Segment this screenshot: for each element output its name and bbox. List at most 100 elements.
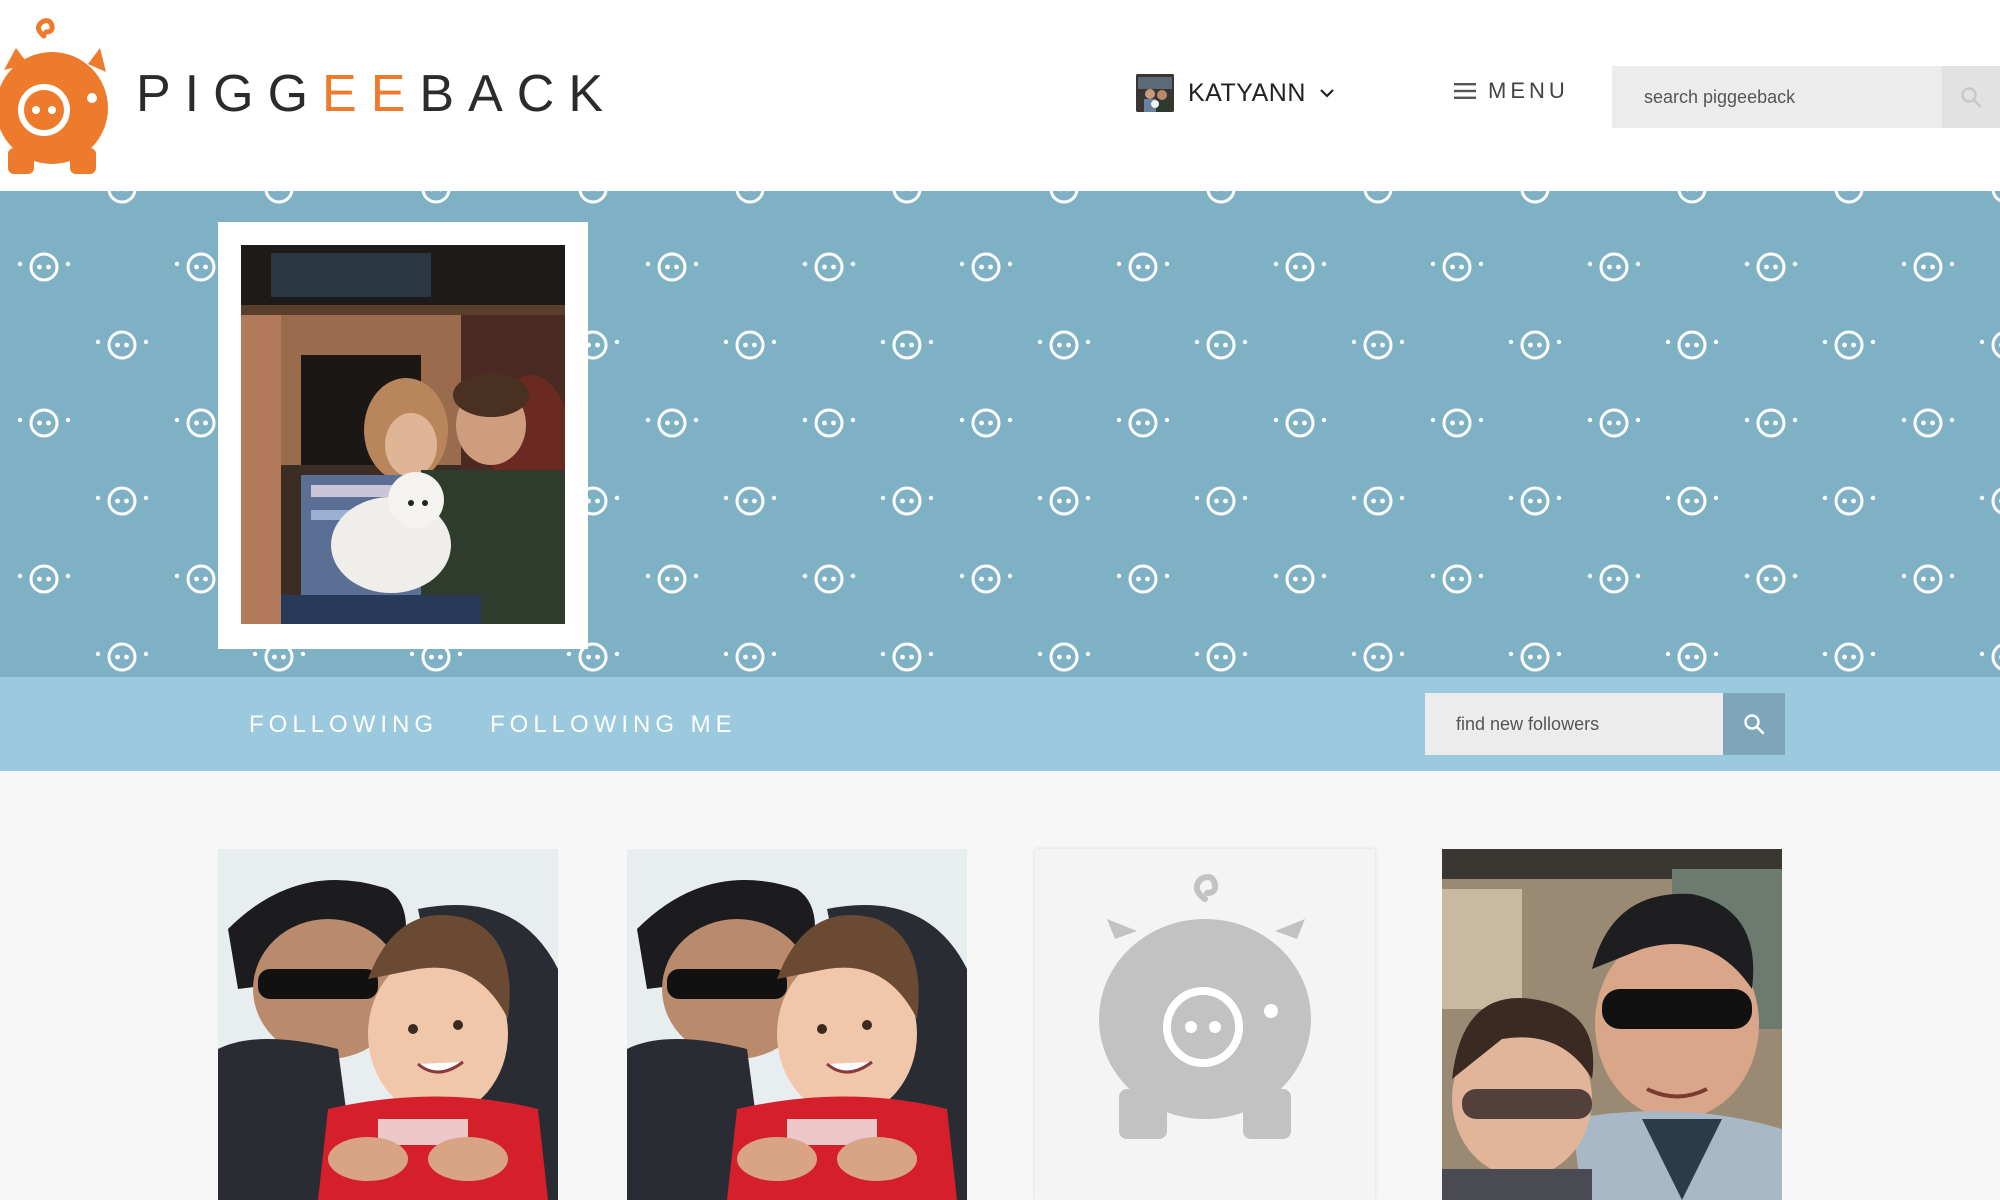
pig-face-icon — [1978, 642, 2000, 672]
pig-face-icon — [722, 486, 778, 516]
menu-button[interactable]: MENU — [1454, 78, 1569, 104]
pig-face-icon — [1743, 408, 1799, 438]
pig-face-icon — [1272, 408, 1328, 438]
pig-face-icon — [1036, 486, 1092, 516]
pig-face-icon — [565, 191, 621, 204]
pig-face-icon — [1900, 564, 1956, 594]
pig-face-icon — [1664, 191, 1720, 204]
find-followers-search — [1425, 693, 1785, 755]
profile-photo[interactable] — [241, 245, 565, 624]
pig-face-icon — [1900, 252, 1956, 282]
tab-following[interactable]: FOLLOWING — [249, 711, 438, 739]
pig-face-icon — [1664, 330, 1720, 360]
pig-face-icon — [1978, 486, 2000, 516]
pig-face-icon — [1350, 191, 1406, 204]
follower-card[interactable] — [218, 849, 558, 1200]
pig-face-icon — [1193, 191, 1249, 204]
pig-face-icon — [1036, 642, 1092, 672]
pig-face-icon — [722, 330, 778, 360]
pig-face-icon — [1036, 330, 1092, 360]
hamburger-icon — [1454, 83, 1476, 99]
pig-face-icon — [644, 408, 700, 438]
pig-face-icon — [801, 252, 857, 282]
pig-face-icon — [1193, 486, 1249, 516]
pig-face-icon — [1429, 564, 1485, 594]
follower-card[interactable] — [1442, 849, 1782, 1200]
pig-face-icon — [1664, 642, 1720, 672]
pig-face-icon — [1507, 486, 1563, 516]
pig-face-icon — [1978, 191, 2000, 204]
pig-face-icon — [94, 191, 150, 204]
user-avatar — [1136, 74, 1174, 112]
logo-text-part3: BACK — [419, 65, 618, 123]
pig-face-icon — [1507, 330, 1563, 360]
pig-face-icon — [1193, 642, 1249, 672]
pig-face-icon — [801, 408, 857, 438]
find-followers-input[interactable] — [1425, 693, 1723, 755]
site-logo-wordmark[interactable]: PIGGEEBACK — [136, 64, 617, 124]
pig-face-icon — [1978, 330, 2000, 360]
username: KATYANN — [1188, 78, 1306, 107]
pig-face-icon — [879, 330, 935, 360]
site-search-input[interactable] — [1612, 66, 1942, 128]
pig-face-icon — [94, 330, 150, 360]
pig-face-icon — [16, 564, 72, 594]
pig-face-icon — [958, 252, 1014, 282]
profile-photo-frame — [218, 222, 588, 649]
menu-label: MENU — [1488, 78, 1569, 103]
follower-photo — [627, 849, 967, 1200]
pig-face-icon — [1743, 252, 1799, 282]
pig-face-icon — [1586, 252, 1642, 282]
user-account-menu[interactable]: KATYANN — [1136, 73, 1336, 113]
pig-face-icon — [1350, 330, 1406, 360]
pig-face-icon — [94, 486, 150, 516]
pig-face-icon — [644, 252, 700, 282]
pig-face-icon — [16, 408, 72, 438]
pig-face-icon — [644, 564, 700, 594]
follower-card[interactable] — [627, 849, 967, 1200]
site-search-button[interactable] — [1942, 66, 2000, 128]
pig-face-icon — [1272, 252, 1328, 282]
site-header: PIGGEEBACK KATYANN MENU — [0, 0, 2000, 191]
pig-face-icon — [1900, 408, 1956, 438]
tab-following-me[interactable]: FOLLOWING ME — [490, 711, 737, 739]
pig-face-icon — [1821, 486, 1877, 516]
logo-text-accent: EE — [322, 65, 420, 123]
pig-face-icon — [1586, 564, 1642, 594]
chevron-down-icon — [1320, 89, 1334, 98]
pig-face-icon — [958, 408, 1014, 438]
pig-face-icon — [1743, 564, 1799, 594]
pig-face-icon — [251, 191, 307, 204]
pig-face-icon — [1115, 564, 1171, 594]
pig-face-icon — [1429, 408, 1485, 438]
search-icon — [1961, 87, 1982, 108]
pig-face-icon — [1821, 191, 1877, 204]
pig-face-icon — [408, 191, 464, 204]
pig-face-icon — [1115, 252, 1171, 282]
follower-photo — [218, 849, 558, 1200]
pig-logo-icon[interactable] — [0, 8, 112, 176]
follower-photo — [1442, 849, 1782, 1200]
pig-face-icon — [879, 486, 935, 516]
logo-text-part1: PIGG — [136, 65, 323, 123]
pig-face-icon — [1272, 564, 1328, 594]
pig-placeholder-icon — [1099, 874, 1311, 1139]
pig-face-icon — [1664, 486, 1720, 516]
pig-face-icon — [1193, 330, 1249, 360]
pig-face-icon — [1507, 191, 1563, 204]
pig-face-icon — [958, 564, 1014, 594]
profile-banner — [0, 191, 2000, 677]
find-followers-button[interactable] — [1723, 693, 1785, 755]
pig-face-icon — [16, 252, 72, 282]
pig-face-icon — [1429, 252, 1485, 282]
pig-face-icon — [801, 564, 857, 594]
followers-grid — [0, 771, 2000, 1200]
search-icon — [1744, 714, 1765, 735]
site-search — [1612, 66, 2000, 128]
pig-face-icon — [1507, 642, 1563, 672]
pig-face-icon — [879, 191, 935, 204]
pig-face-icon — [879, 642, 935, 672]
follower-card-placeholder[interactable] — [1035, 849, 1375, 1200]
pig-face-icon — [1115, 408, 1171, 438]
pig-face-icon — [1036, 191, 1092, 204]
